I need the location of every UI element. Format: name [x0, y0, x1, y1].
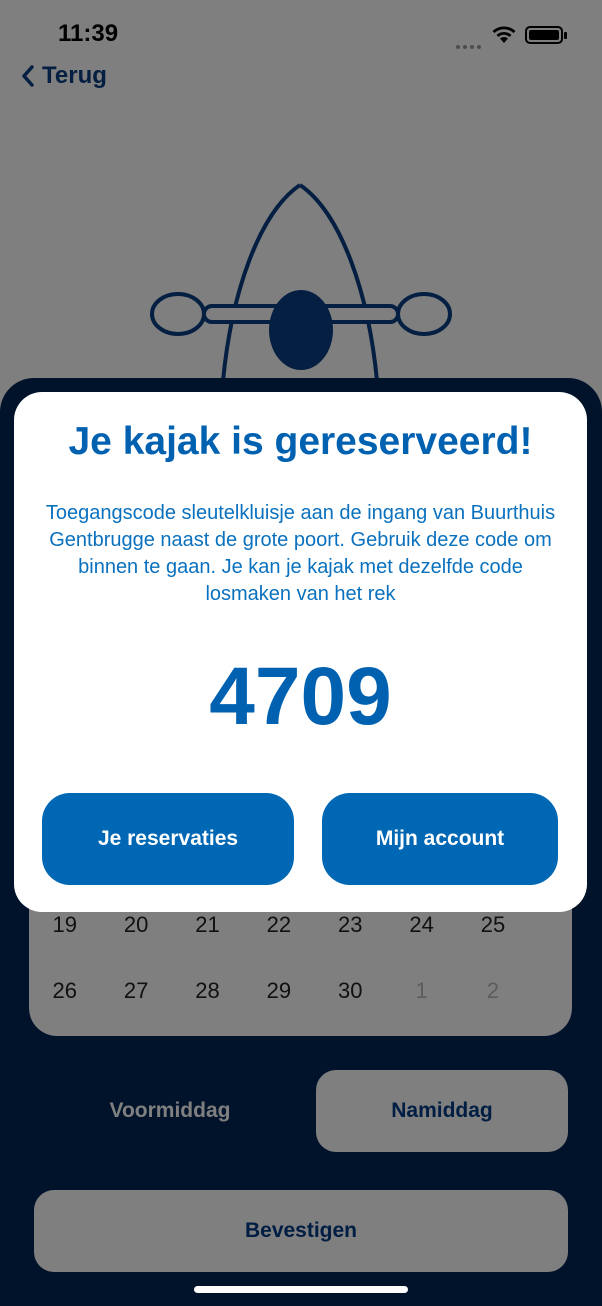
my-reservations-button[interactable]: Je reservaties — [42, 793, 294, 885]
my-account-button[interactable]: Mijn account — [322, 793, 558, 885]
access-code: 4709 — [209, 651, 392, 742]
home-indicator[interactable] — [194, 1286, 408, 1293]
reservation-confirmation-dialog: Je kajak is gereserveerd! Toegangscode s… — [14, 392, 587, 912]
dialog-title: Je kajak is gereserveerd! — [68, 420, 533, 463]
dialog-message: Toegangscode sleutelkluisje aan de ingan… — [45, 502, 556, 605]
